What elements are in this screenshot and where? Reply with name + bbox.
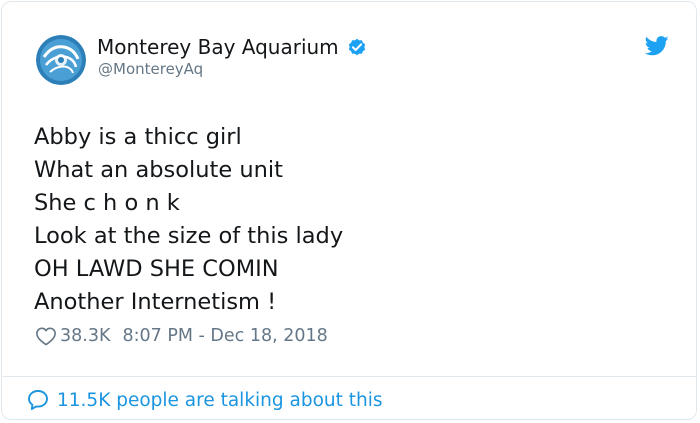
tweet-line: What an absolute unit: [34, 157, 283, 183]
tweet-meta: 38.3K 8:07 PM - Dec 18, 2018: [35, 322, 328, 350]
tweet-text: Abby is a thicc girl What an absolute un…: [34, 121, 664, 319]
tweet-card: Monterey Bay Aquarium @MontereyAq Abby i…: [1, 1, 697, 420]
verified-badge-icon: [346, 36, 368, 58]
tweet-line: OH LAWD SHE COMIN: [34, 256, 279, 282]
tweet-line: Abby is a thicc girl: [34, 124, 242, 150]
tweet-line: She c h o n k: [34, 190, 180, 216]
talking-about-text[interactable]: 11.5K people are talking about this: [57, 390, 383, 411]
divider: [3, 376, 697, 377]
author-name[interactable]: Monterey Bay Aquarium: [97, 35, 339, 59]
avatar[interactable]: [36, 35, 86, 85]
author-handle[interactable]: @MontereyAq: [98, 60, 203, 78]
twitter-bird-icon[interactable]: [644, 36, 669, 60]
author-name-row[interactable]: Monterey Bay Aquarium: [97, 32, 368, 62]
aquarium-logo-icon: [36, 35, 86, 85]
conversation-link[interactable]: 11.5K people are talking about this: [26, 385, 383, 415]
tweet-line: Another Internetism !: [34, 289, 277, 315]
like-count[interactable]: 38.3K: [60, 326, 110, 346]
tweet-line: Look at the size of this lady: [34, 223, 344, 249]
heart-outline-icon: [36, 327, 56, 346]
like-button[interactable]: [35, 326, 57, 346]
speech-bubble-icon: [28, 390, 48, 410]
timestamp-link[interactable]: 8:07 PM - Dec 18, 2018: [122, 326, 327, 346]
